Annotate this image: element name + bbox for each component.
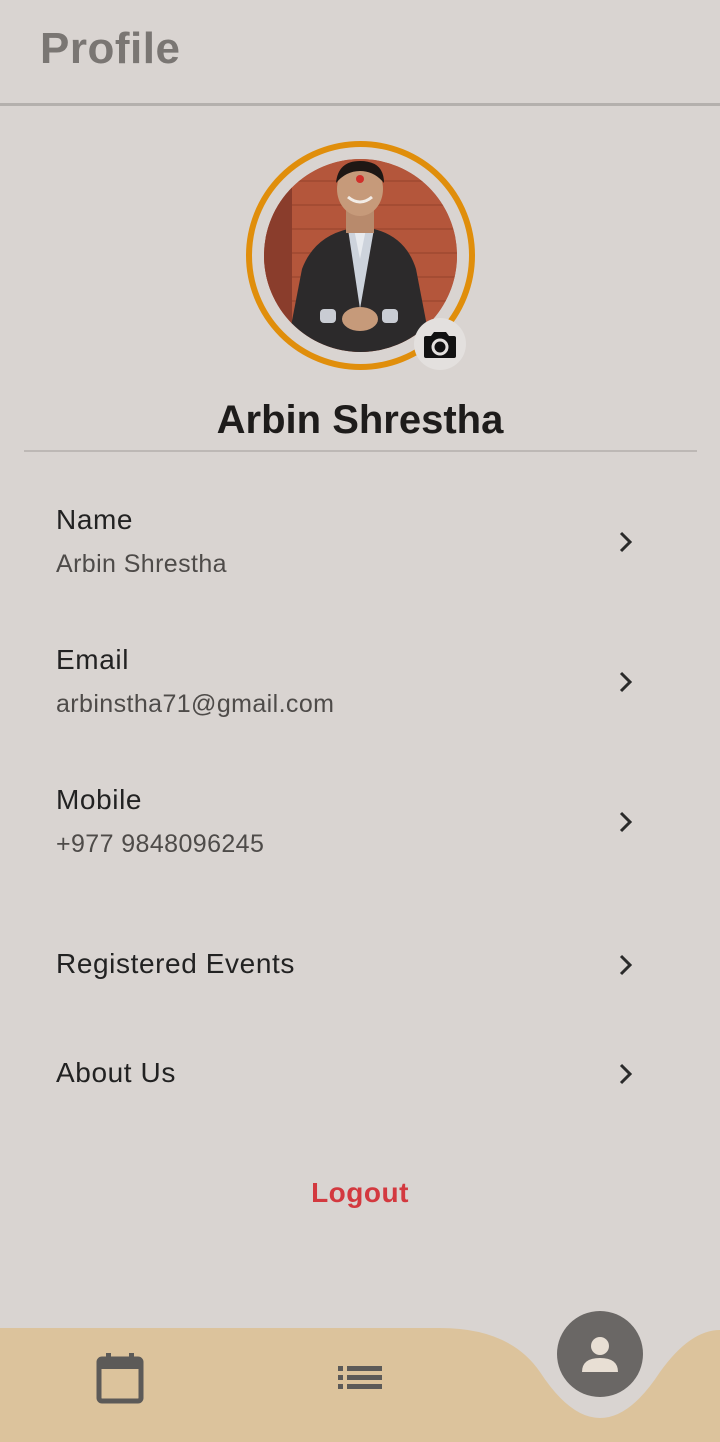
registered-events-label: Registered Events (56, 948, 295, 979)
email-label: Email (56, 644, 130, 675)
chevron-right-icon (619, 531, 633, 553)
chevron-right-icon (619, 954, 633, 976)
calendar-icon (96, 1353, 144, 1404)
name-row[interactable]: Name Arbin Shrestha (0, 500, 720, 600)
profile-screen: Profile Arbin Shrestha Name Arbin Shrest… (0, 0, 720, 1442)
profile-display-name: Arbin Shrestha (216, 398, 504, 442)
mobile-label: Mobile (56, 784, 143, 815)
app-bar: Profile (0, 0, 720, 106)
list-icon (338, 1366, 382, 1389)
bottom-navigation (0, 1300, 720, 1442)
name-label: Name (56, 504, 134, 535)
email-value: arbinstha71@gmail.com (56, 690, 335, 718)
email-row[interactable]: Email arbinstha71@gmail.com (0, 640, 720, 740)
camera-icon (424, 332, 456, 358)
nav-events-list[interactable] (330, 1358, 390, 1398)
registered-events-row[interactable]: Registered Events (0, 940, 720, 1000)
logout-button[interactable]: Logout (0, 1177, 720, 1209)
change-photo-button[interactable] (414, 318, 466, 370)
page-title: Profile (40, 24, 181, 73)
mobile-value: +977 9848096245 (56, 830, 265, 858)
about-us-label: About Us (56, 1057, 176, 1088)
divider (24, 450, 697, 452)
chevron-right-icon (619, 671, 633, 693)
chevron-right-icon (619, 1063, 633, 1085)
person-icon (582, 1337, 618, 1372)
nav-profile[interactable] (557, 1311, 643, 1397)
name-value: Arbin Shrestha (56, 550, 227, 578)
chevron-right-icon (619, 811, 633, 833)
mobile-row[interactable]: Mobile +977 9848096245 (0, 780, 720, 880)
about-us-row[interactable]: About Us (0, 1049, 720, 1109)
nav-calendar[interactable] (90, 1350, 150, 1406)
